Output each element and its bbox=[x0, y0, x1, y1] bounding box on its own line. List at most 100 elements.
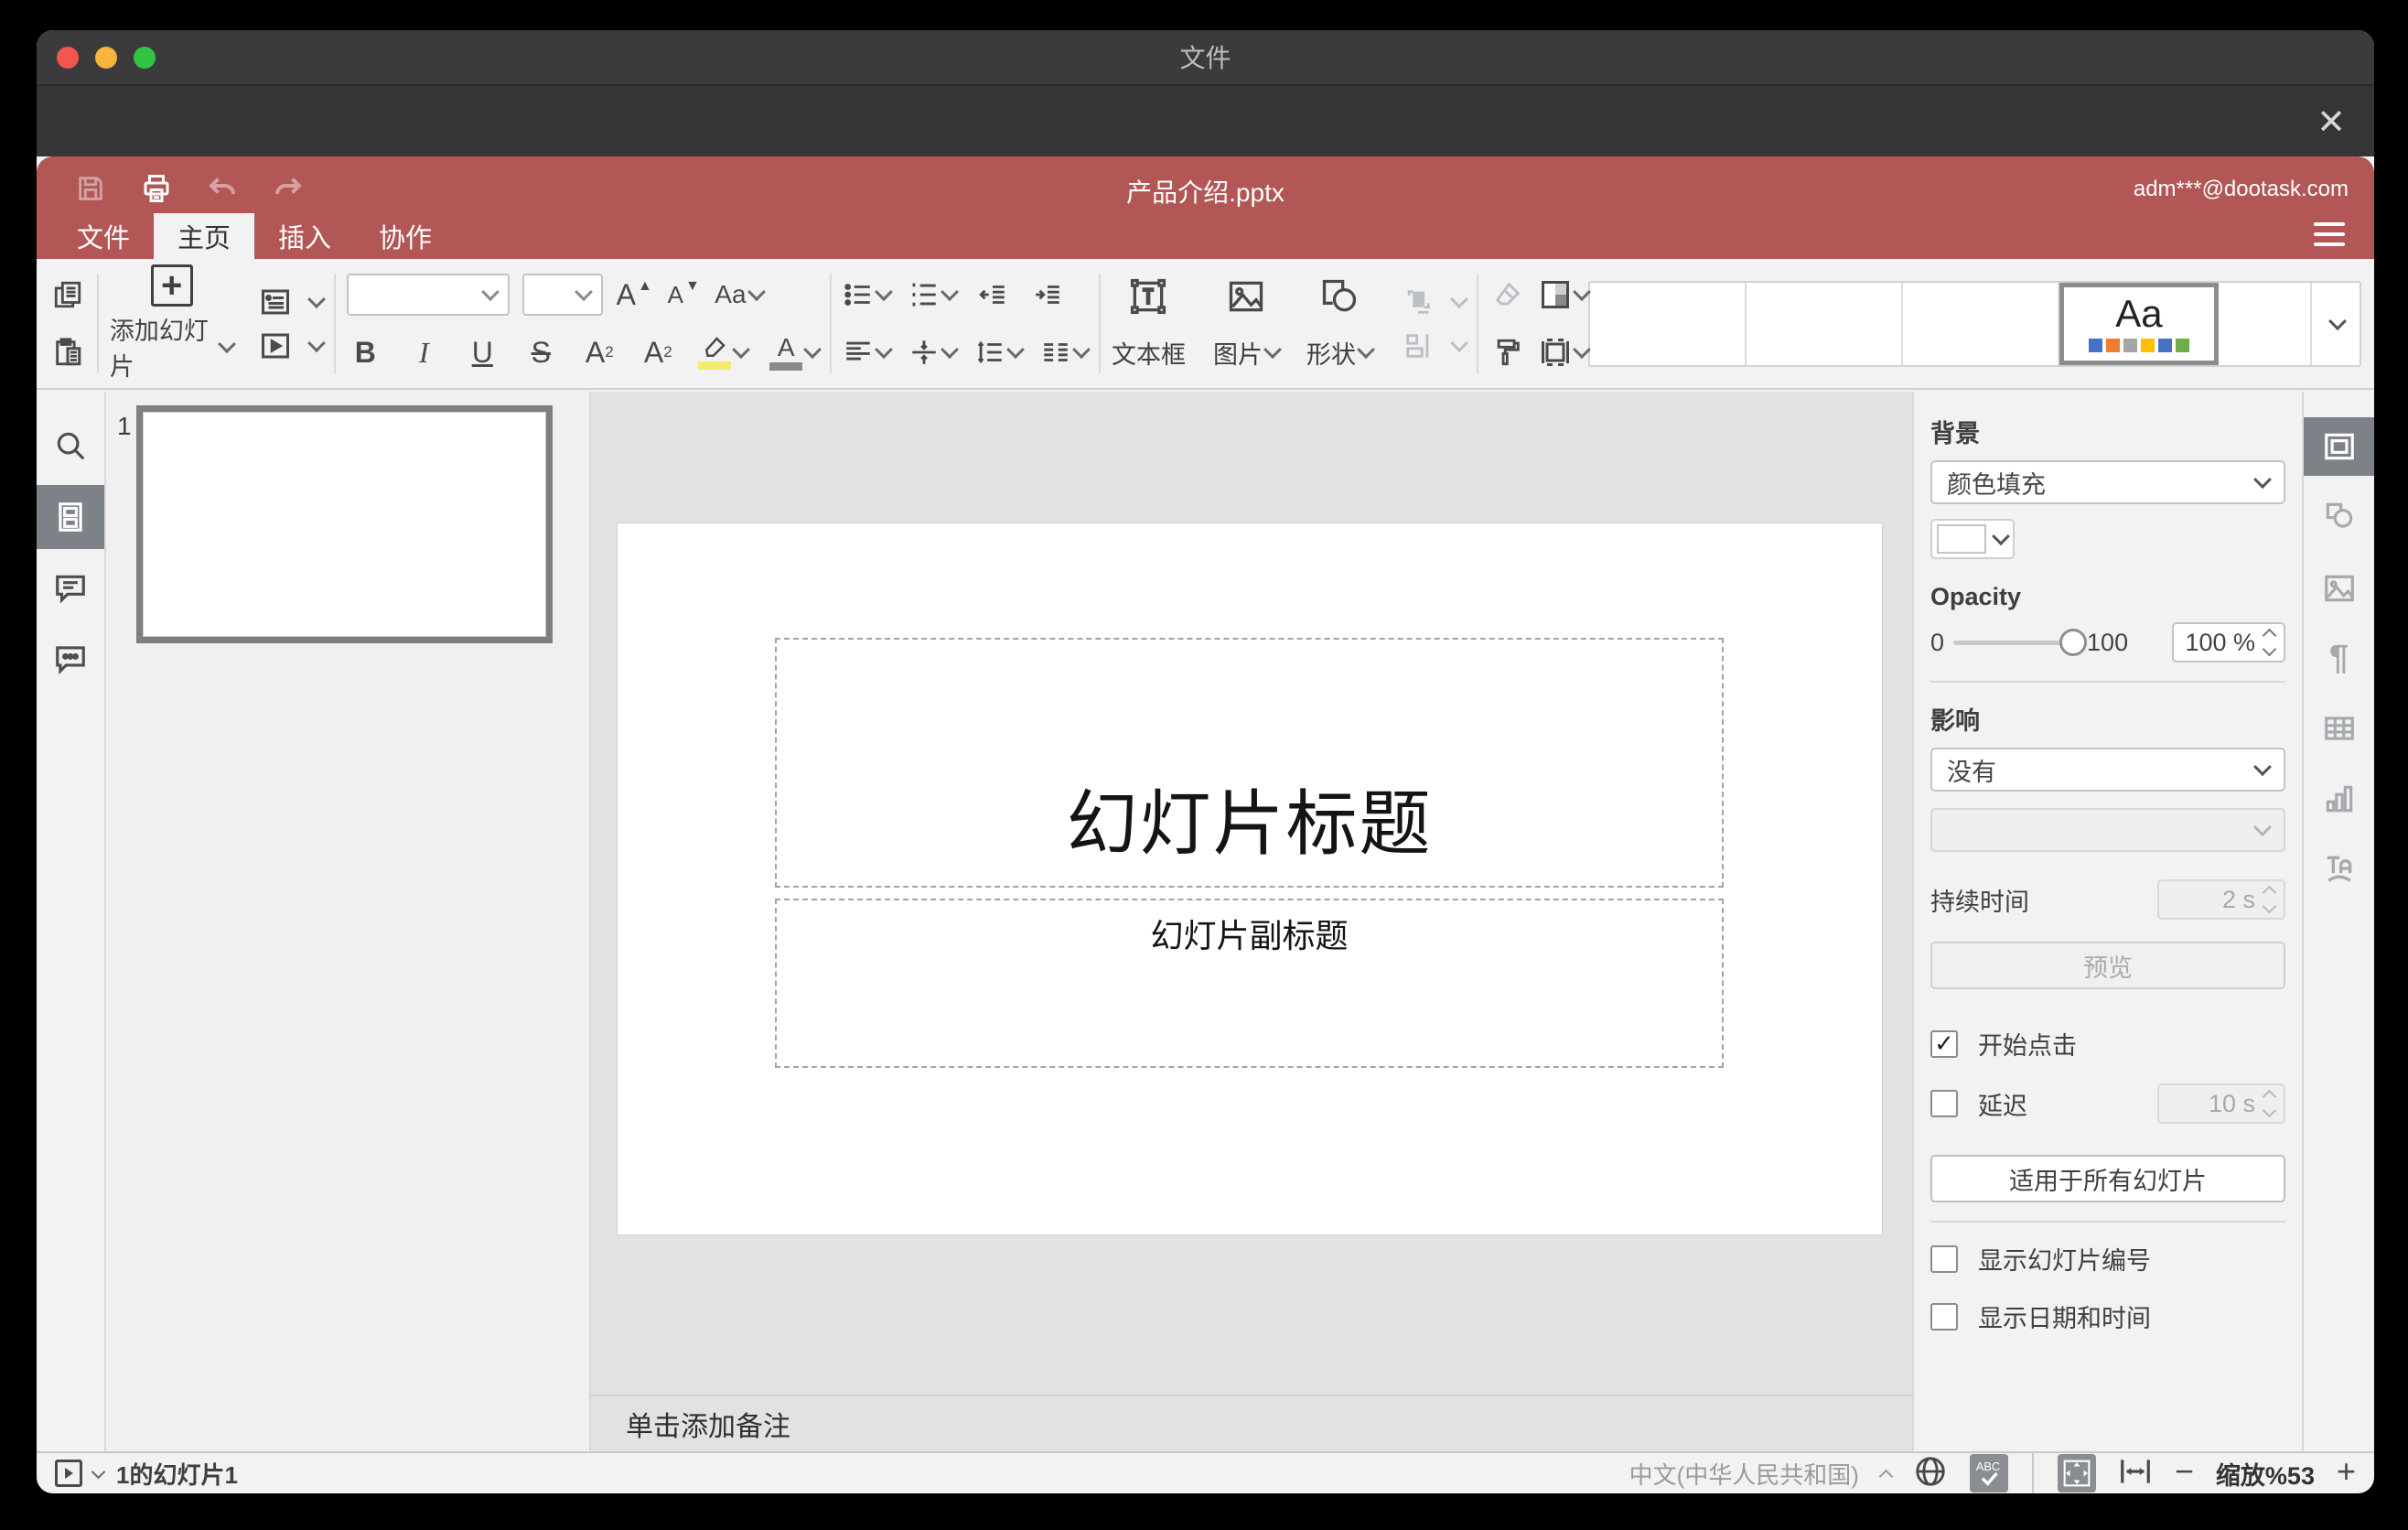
slides-panel-icon[interactable] bbox=[37, 485, 104, 549]
search-icon[interactable] bbox=[37, 416, 104, 475]
shape-button[interactable]: 形状 bbox=[1306, 259, 1375, 388]
show-date-time-checkbox[interactable] bbox=[1930, 1302, 1958, 1331]
preview-options-chevron-icon[interactable] bbox=[91, 1464, 106, 1479]
subscript-icon[interactable]: A2 bbox=[640, 330, 676, 374]
color-swatch bbox=[1937, 524, 1986, 554]
theme-gallery: Aa bbox=[1587, 280, 2361, 367]
menu-icon[interactable] bbox=[2314, 222, 2345, 246]
text-box-button[interactable]: 文本框 bbox=[1112, 259, 1186, 388]
preview-button[interactable]: 预览 bbox=[1930, 942, 2285, 989]
horizontal-align-icon[interactable] bbox=[843, 330, 894, 374]
fit-width-icon[interactable] bbox=[2118, 1454, 2153, 1493]
superscript-icon[interactable]: A2 bbox=[581, 330, 618, 374]
theme-option-2[interactable] bbox=[1747, 282, 1904, 365]
app-window: 文件 ✕ 产品介绍.pptx adm***@dootask.com 文件 主页 … bbox=[37, 30, 2374, 1493]
underline-icon[interactable]: U bbox=[464, 330, 500, 374]
image-button[interactable]: 图片 bbox=[1213, 259, 1282, 388]
tab-home[interactable]: 主页 bbox=[154, 213, 255, 259]
slide-thumbnail[interactable] bbox=[136, 405, 553, 643]
effect-select[interactable]: 没有 bbox=[1930, 748, 2285, 792]
apply-to-all-slides-button[interactable]: 适用于所有幻灯片 bbox=[1930, 1155, 2285, 1202]
numbered-list-icon[interactable] bbox=[908, 273, 960, 317]
close-icon[interactable]: ✕ bbox=[2310, 101, 2352, 143]
fit-slide-icon[interactable] bbox=[2057, 1454, 2096, 1492]
columns-icon[interactable] bbox=[1040, 330, 1091, 374]
background-color-picker[interactable] bbox=[1930, 519, 2015, 559]
theme-option-selected[interactable]: Aa bbox=[2059, 282, 2219, 365]
increase-font-icon[interactable]: A ▲ bbox=[616, 273, 652, 317]
duration-label: 持续时间 bbox=[1930, 888, 2029, 916]
font-name-combo[interactable] bbox=[347, 274, 511, 316]
copy-style-icon[interactable] bbox=[1489, 330, 1526, 374]
slide-canvas[interactable]: 幻灯片标题 幻灯片副标题 bbox=[618, 523, 1882, 1234]
arrange-shape-icon[interactable] bbox=[1400, 280, 1436, 324]
clipboard-group bbox=[49, 259, 86, 388]
image-settings-icon[interactable] bbox=[2304, 559, 2374, 618]
font-color-icon[interactable]: A bbox=[769, 330, 822, 374]
line-spacing-icon[interactable] bbox=[974, 330, 1026, 374]
start-slideshow-icon[interactable] bbox=[257, 324, 294, 368]
start-preview-icon[interactable] bbox=[55, 1460, 82, 1487]
slide-group: + 添加幻灯片 bbox=[110, 259, 327, 388]
spell-check-icon[interactable]: ABC bbox=[1969, 1454, 2008, 1492]
chat-icon[interactable] bbox=[37, 629, 104, 687]
table-settings-icon[interactable] bbox=[2304, 699, 2374, 758]
add-slide-button[interactable]: + 添加幻灯片 bbox=[110, 259, 237, 388]
opacity-spinner[interactable]: 100 % bbox=[2172, 622, 2285, 663]
change-case-icon[interactable]: Aa bbox=[715, 273, 766, 317]
opacity-label: Opacity bbox=[1930, 583, 2022, 610]
slide-subtitle-text: 幻灯片副标题 bbox=[1150, 917, 1349, 954]
language-caret-icon[interactable] bbox=[1878, 1469, 1894, 1483]
slide-size-icon[interactable] bbox=[1539, 330, 1591, 374]
font-size-combo[interactable] bbox=[522, 274, 604, 316]
background-fill-select[interactable]: 颜色填充 bbox=[1930, 460, 2285, 504]
zoom-in-icon[interactable]: + bbox=[2337, 1455, 2356, 1488]
italic-icon[interactable]: I bbox=[405, 330, 442, 374]
notes-area[interactable]: 单击添加备注 bbox=[591, 1395, 1912, 1451]
decrease-indent-icon[interactable] bbox=[974, 273, 1011, 317]
shape-settings-icon[interactable] bbox=[2304, 487, 2374, 545]
delay-checkbox[interactable] bbox=[1930, 1090, 1958, 1117]
comments-icon[interactable] bbox=[37, 559, 104, 618]
decrease-font-icon[interactable]: A ▼ bbox=[665, 273, 702, 317]
title-placeholder[interactable]: 幻灯片标题 bbox=[775, 638, 1724, 888]
bullet-list-icon[interactable] bbox=[843, 273, 894, 317]
opacity-slider-track[interactable] bbox=[1953, 640, 2062, 645]
paste-icon[interactable] bbox=[49, 330, 86, 374]
chart-settings-icon[interactable] bbox=[2304, 770, 2374, 828]
duration-spinner[interactable]: 2 s bbox=[2157, 879, 2285, 920]
theme-option-1[interactable] bbox=[1590, 282, 1747, 365]
delay-label: 延迟 bbox=[1978, 1092, 2027, 1120]
document-language-icon[interactable] bbox=[1913, 1454, 1948, 1493]
effect-label: 影响 bbox=[1930, 707, 1980, 735]
eraser-icon[interactable] bbox=[1489, 273, 1526, 317]
slide-settings-icon[interactable] bbox=[2304, 417, 2374, 476]
tab-file[interactable]: 文件 bbox=[53, 213, 154, 259]
text-art-settings-icon[interactable] bbox=[2304, 839, 2374, 898]
start-on-click-checkbox[interactable]: ✓ bbox=[1930, 1029, 1958, 1058]
zoom-out-icon[interactable]: − bbox=[2175, 1455, 2194, 1488]
align-shape-icon[interactable] bbox=[1400, 324, 1436, 368]
theme-gallery-expand-icon[interactable] bbox=[2312, 283, 2360, 365]
paragraph-settings-icon[interactable]: ¶ bbox=[2304, 629, 2374, 687]
tab-insert[interactable]: 插入 bbox=[254, 213, 355, 259]
theme-option-3[interactable] bbox=[1903, 282, 2060, 365]
opacity-slider-handle[interactable] bbox=[2059, 629, 2088, 656]
subtitle-placeholder[interactable]: 幻灯片副标题 bbox=[775, 899, 1724, 1068]
strikethrough-icon[interactable]: S bbox=[522, 330, 559, 374]
delay-spinner[interactable]: 10 s bbox=[2157, 1083, 2285, 1124]
slide-layout-icon[interactable] bbox=[257, 280, 294, 324]
show-slide-number-checkbox[interactable] bbox=[1930, 1244, 1958, 1273]
color-scheme-icon[interactable] bbox=[1539, 273, 1591, 317]
theme-option-5[interactable] bbox=[2219, 282, 2312, 365]
increase-indent-icon[interactable] bbox=[1029, 273, 1066, 317]
paragraph-group bbox=[843, 259, 1091, 388]
tab-collaboration[interactable]: 协作 bbox=[355, 213, 456, 259]
copy-icon[interactable] bbox=[49, 273, 86, 317]
language-selector[interactable]: 中文(中华人民共和国) bbox=[1629, 1457, 1859, 1491]
effect-type-select[interactable] bbox=[1930, 808, 2285, 852]
vertical-align-icon[interactable] bbox=[908, 330, 960, 374]
highlight-color-icon[interactable] bbox=[698, 330, 751, 374]
zoom-level: 缩放%53 bbox=[2215, 1461, 2315, 1490]
bold-icon[interactable]: B bbox=[347, 330, 383, 374]
